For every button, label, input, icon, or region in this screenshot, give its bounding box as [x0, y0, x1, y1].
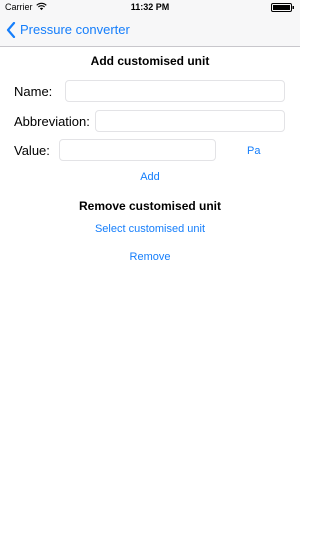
value-field[interactable]: [59, 139, 216, 161]
value-label: Value:: [14, 143, 50, 158]
status-time: 11:32 PM: [130, 2, 170, 12]
select-customised-unit-button[interactable]: Select customised unit: [0, 222, 300, 236]
name-label: Name:: [14, 84, 53, 99]
unit-select-button[interactable]: Pa: [247, 144, 260, 158]
chevron-left-icon: [6, 22, 16, 38]
remove-section-title: Remove customised unit: [78, 199, 222, 213]
add-section-title: Add customised unit: [90, 54, 210, 68]
add-button[interactable]: Add: [0, 170, 300, 184]
back-button-label: Pressure converter: [20, 22, 130, 37]
battery-icon: [271, 3, 294, 12]
remove-button[interactable]: Remove: [0, 250, 300, 264]
name-field[interactable]: [65, 80, 285, 102]
abbreviation-field[interactable]: [95, 110, 285, 132]
status-bar: Carrier 11:32 PM: [0, 0, 300, 14]
back-button[interactable]: Pressure converter: [6, 19, 130, 41]
abbreviation-label: Abbreviation:: [14, 114, 90, 129]
navigation-bar: Pressure converter: [0, 14, 300, 47]
